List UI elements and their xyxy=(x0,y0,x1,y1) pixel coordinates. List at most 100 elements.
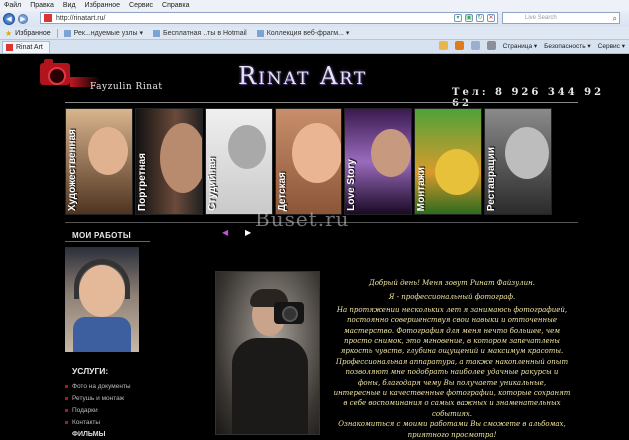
category-montage[interactable]: Монтажи xyxy=(414,108,483,215)
featured-work-photo[interactable] xyxy=(65,247,139,352)
service-link-contacts[interactable]: Контакты xyxy=(65,416,165,428)
slider-next-icon[interactable]: ▶ xyxy=(245,228,251,237)
link-icon xyxy=(152,29,160,37)
dropdown-icon[interactable]: ▾ xyxy=(454,14,462,22)
divider xyxy=(65,102,578,103)
intro-line: просто снимок, это мгновение, в котором … xyxy=(344,337,560,346)
films-heading: ФИЛЬМЫ xyxy=(72,431,106,438)
my-works-heading[interactable]: МОИ РАБОТЫ xyxy=(72,231,131,240)
feeds-icon[interactable] xyxy=(454,41,464,50)
intro-line: Я - профессиональный фотограф. xyxy=(388,293,516,302)
favorite-link-suggested[interactable]: Рек...ндуемые узлы ▾ xyxy=(63,29,143,37)
category-gallery: Художественная Портретная Студийная Детс… xyxy=(65,108,553,215)
favorites-star-icon[interactable]: ★ xyxy=(5,29,12,38)
photo-detail xyxy=(282,306,298,322)
photo-thumbnail xyxy=(291,123,342,183)
favorites-bar: ★ Избранное Рек...ндуемые узлы ▾ Бесплат… xyxy=(0,27,629,40)
address-bar[interactable]: http://rinatart.ru/ ▾ ▣ ↻ ✕ xyxy=(40,12,498,24)
divider xyxy=(56,28,58,38)
photo-detail xyxy=(73,317,131,352)
category-studio[interactable]: Студийная xyxy=(204,108,273,215)
logo-name: Fayzulin Rinat xyxy=(90,82,163,92)
tab-bar: Rinat Art Страница ▾ Безопасность ▾ Серв… xyxy=(0,40,629,54)
stop-icon[interactable]: ✕ xyxy=(487,14,495,22)
category-label: Монтажи xyxy=(416,166,428,211)
tools-menu[interactable]: Сервис ▾ xyxy=(598,42,625,50)
intro-line: позволяют мне подобрать наиболее удачные… xyxy=(345,368,559,377)
intro-line: приятного просмотра! xyxy=(407,430,497,439)
photo-thumbnail xyxy=(505,127,550,179)
headphones-icon xyxy=(74,259,130,299)
intro-line: Ознакомиться с моими работами Вы сможете… xyxy=(338,420,566,429)
site-title[interactable]: Rinat Art xyxy=(238,62,367,90)
category-children[interactable]: Детская xyxy=(274,108,343,215)
home-icon[interactable] xyxy=(438,41,448,50)
menu-tools[interactable]: Сервис xyxy=(129,2,153,9)
category-label: Детская xyxy=(276,171,288,211)
intro-line: фоны, благодаря чему Вы получаете уникал… xyxy=(357,378,547,387)
command-bar: Страница ▾ Безопасность ▾ Сервис ▾ xyxy=(438,41,625,50)
menu-edit[interactable]: Правка xyxy=(30,2,54,9)
phone-number: Тел: 8 926 344 92 62 xyxy=(452,87,605,109)
category-restoration[interactable]: Реставрации xyxy=(484,108,553,215)
intro-line: На протяжении нескольких лет я занимаюсь… xyxy=(336,305,568,314)
service-link-gifts[interactable]: Подарки xyxy=(65,404,165,416)
intro-line: постоянно совершенствуя свои навыки и от… xyxy=(347,316,557,325)
services-list: Фото на документы Ретушь и монтаж Подарк… xyxy=(65,380,165,428)
category-love-story[interactable]: Love Story xyxy=(344,108,413,215)
intro-line: в себе воспоминания о самых важных и зна… xyxy=(343,399,561,408)
services-heading: УСЛУГИ: xyxy=(72,366,109,376)
intro-line: событиях. xyxy=(431,409,473,418)
menu-favorites[interactable]: Избранное xyxy=(85,2,120,9)
web-page: Fayzulin Rinat Rinat Art Тел: 8 926 344 … xyxy=(0,55,629,440)
slider-prev-icon[interactable]: ◀ xyxy=(222,228,228,237)
site-favicon-icon xyxy=(44,14,52,22)
menu-view[interactable]: Вид xyxy=(63,2,76,9)
photo-thumbnail xyxy=(435,149,480,195)
search-placeholder: Live Search xyxy=(525,15,557,21)
intro-line: интересные и качественные фотографии, ко… xyxy=(333,389,571,398)
intro-text: Добрый день! Меня зовут Ринат Файзулин. … xyxy=(318,278,586,440)
safety-menu[interactable]: Безопасность ▾ xyxy=(544,42,591,50)
camera-logo-icon[interactable] xyxy=(40,59,70,85)
link-icon xyxy=(63,29,71,37)
intro-line: мастерство. Фотография для меня нечто бо… xyxy=(343,326,561,335)
menu-bar: Файл Правка Вид Избранное Сервис Справка xyxy=(0,0,629,11)
tab-favicon-icon xyxy=(6,43,13,51)
watermark: Buset.ru xyxy=(255,207,350,231)
tab-title: Rinat Art xyxy=(16,43,43,51)
mail-icon[interactable] xyxy=(470,41,480,50)
category-label: Художественная xyxy=(67,128,78,211)
category-portrait[interactable]: Портретная xyxy=(134,108,203,215)
search-icon[interactable]: ⌕ xyxy=(613,14,617,24)
category-label: Студийная xyxy=(206,157,218,211)
photo-thumbnail xyxy=(227,125,266,169)
service-link-retouch[interactable]: Ретушь и монтаж xyxy=(65,392,165,404)
forward-button[interactable]: ▶ xyxy=(18,14,28,24)
category-label: Love Story xyxy=(346,159,358,211)
print-icon[interactable] xyxy=(486,41,496,50)
tab-rinat-art[interactable]: Rinat Art xyxy=(2,40,50,53)
favorites-button[interactable]: Избранное xyxy=(15,30,50,37)
compat-icon[interactable]: ▣ xyxy=(465,14,473,22)
photo-thumbnail xyxy=(371,129,412,177)
photo-thumbnail xyxy=(159,123,202,193)
link-icon xyxy=(256,29,264,37)
photo-thumbnail xyxy=(88,127,128,175)
intro-line: Профессиональная аппаратура, а также нак… xyxy=(335,357,569,366)
category-label: Портретная xyxy=(136,152,148,211)
menu-file[interactable]: Файл xyxy=(4,2,21,9)
address-url: http://rinatart.ru/ xyxy=(56,14,106,22)
service-link-documents[interactable]: Фото на документы xyxy=(65,380,165,392)
favorite-label: Рек...ндуемые узлы ▾ xyxy=(73,30,143,37)
category-artistic[interactable]: Художественная xyxy=(65,108,133,215)
photo-detail xyxy=(232,338,308,434)
back-button[interactable]: ◀ xyxy=(3,13,15,25)
favorite-link-webslices[interactable]: Коллекция веб-фрагм... ▾ xyxy=(256,29,349,37)
search-input[interactable]: Live Search ⌕ xyxy=(502,12,620,24)
photographer-portrait xyxy=(215,271,320,435)
menu-help[interactable]: Справка xyxy=(162,2,189,9)
refresh-icon[interactable]: ↻ xyxy=(476,14,484,22)
page-menu[interactable]: Страница ▾ xyxy=(503,42,538,50)
favorite-link-hotmail[interactable]: Бесплатная ..ты в Hotmail xyxy=(152,29,247,37)
